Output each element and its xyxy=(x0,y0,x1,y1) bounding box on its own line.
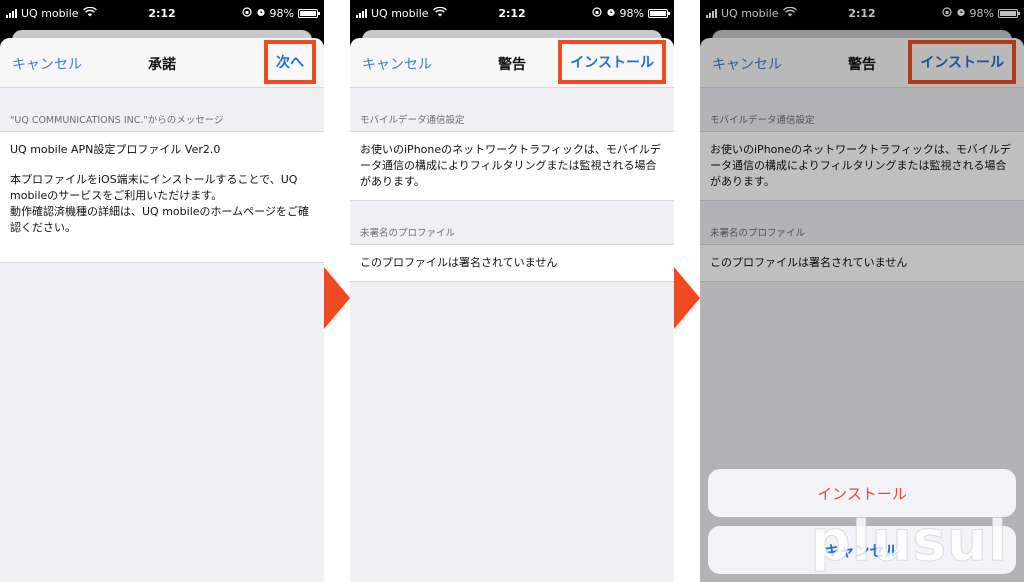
step-arrow-icon xyxy=(674,267,700,329)
watermark-logo: plusul xyxy=(810,509,1008,575)
unsigned-section-header: 未署名のプロファイル xyxy=(360,228,456,239)
battery-percent: 98% xyxy=(619,7,644,20)
battery-percent: 98% xyxy=(269,7,294,20)
nav-bar: キャンセル 警告 インストール xyxy=(350,38,674,88)
next-button[interactable]: 次へ xyxy=(264,40,316,84)
battery-icon xyxy=(298,9,320,18)
alarm-icon xyxy=(256,7,266,20)
phone-screen-install-confirm: UQ mobile 2:12 98% キャンセル 警告 インストール モバイルデ… xyxy=(700,0,1024,582)
status-bar: UQ mobile 2:12 98% xyxy=(350,0,674,28)
orientation-lock-icon xyxy=(241,7,252,20)
message-cell: UQ mobile APN設定プロファイル Ver2.0 本プロファイルをiOS… xyxy=(0,131,324,263)
warning-sheet: キャンセル 警告 インストール モバイルデータ通信設定 お使いのiPhoneのネ… xyxy=(350,38,674,582)
mobile-data-section-header: モバイルデータ通信設定 xyxy=(360,115,465,126)
profile-description: 本プロファイルをiOS端末にインストールすることで、UQ mobileのサービス… xyxy=(10,173,298,202)
step-arrow-icon xyxy=(324,267,350,329)
nav-bar: キャンセル 承諾 次へ xyxy=(0,38,324,88)
battery-icon xyxy=(648,9,670,18)
alarm-icon xyxy=(606,7,616,20)
orientation-lock-icon xyxy=(591,7,602,20)
status-bar: UQ mobile 2:12 98% xyxy=(0,0,324,28)
unsigned-profile-cell: このプロファイルは署名されていません xyxy=(350,244,674,282)
message-section-header: "UQ COMMUNICATIONS INC."からのメッセージ xyxy=(10,115,224,126)
profile-sheet: キャンセル 承諾 次へ "UQ COMMUNICATIONS INC."からのメ… xyxy=(0,38,324,582)
install-button[interactable]: インストール xyxy=(558,40,666,84)
profile-note: 動作確認済機種の詳細は、UQ mobileのホームページをご確認ください。 xyxy=(10,205,309,234)
mobile-data-warning-cell: お使いのiPhoneのネットワークトラフィックは、モバイルデータ通信の構成により… xyxy=(350,131,674,201)
profile-name: UQ mobile APN設定プロファイル Ver2.0 xyxy=(10,143,221,156)
phone-screen-warning: UQ mobile 2:12 98% キャンセル 警告 インストール モバイルデ… xyxy=(350,0,674,582)
phone-screen-accept: UQ mobile 2:12 98% キャンセル 承諾 次へ "UQ COMMU… xyxy=(0,0,324,582)
